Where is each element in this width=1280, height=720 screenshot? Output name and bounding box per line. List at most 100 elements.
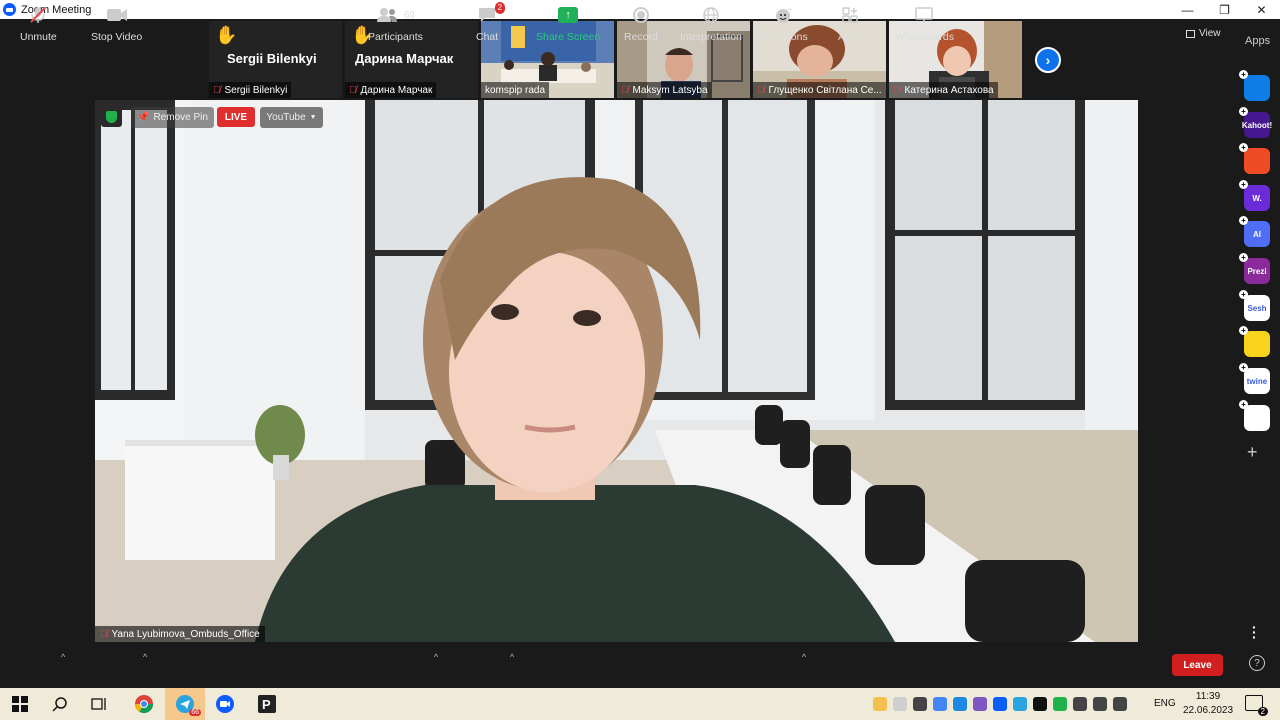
add-app-icon[interactable]: + [1247, 442, 1258, 463]
zoom-logo-icon [3, 3, 16, 16]
miro-icon[interactable]: + [1239, 143, 1270, 174]
telegram-icon[interactable]: 66 [173, 692, 201, 716]
participant-name: Maksym Latsyba [632, 84, 708, 96]
add-app-plus-icon: + [1239, 326, 1248, 335]
zoom-app-icon[interactable] [213, 692, 237, 716]
next-page-button[interactable]: › [1035, 47, 1061, 73]
close-button[interactable]: ✕ [1243, 0, 1280, 19]
whiteboards-label: Whiteboards [895, 31, 954, 43]
twine-icon[interactable]: + twine [1239, 363, 1270, 394]
record-button[interactable]: Record [624, 4, 658, 43]
slido-icon[interactable]: + [1239, 70, 1270, 101]
more-options-icon[interactable]: · · · [1252, 620, 1257, 644]
interpretation-button[interactable]: Interpretation [680, 4, 742, 43]
minimize-button[interactable]: — [1169, 0, 1206, 19]
wifi-icon[interactable] [913, 697, 927, 711]
telegram-tray-icon[interactable] [1013, 697, 1027, 711]
clock[interactable]: 11:39 22.06.2023 [1183, 690, 1233, 718]
clock-date: 22.06.2023 [1183, 705, 1234, 716]
audio-options-caret[interactable]: ^ [61, 652, 65, 662]
add-app-plus-icon: + [1239, 253, 1248, 262]
p-app-icon[interactable]: P [255, 692, 279, 716]
chrome-tray-icon[interactable] [933, 697, 947, 711]
app-label: Prezi [1247, 266, 1267, 276]
windows-start-icon[interactable] [8, 692, 32, 716]
participant-tile[interactable]: ✋ Sergii Bilenkyi 🎙̸ Sergii Bilenkyi [209, 21, 342, 98]
smiley-icon[interactable]: + [1239, 326, 1270, 357]
whiteboards-button[interactable]: Whiteboards [895, 4, 954, 43]
help-icon[interactable]: ? [1249, 655, 1265, 671]
live-badge[interactable]: LIVE [217, 107, 255, 127]
security-shield-icon[interactable] [101, 107, 122, 127]
app-label: AI [1253, 229, 1261, 239]
prezi-icon[interactable]: + Prezi [1239, 253, 1270, 284]
app-label: W. [1252, 193, 1262, 203]
app-label: Sesh [1247, 303, 1267, 313]
main-speaker-video[interactable] [95, 100, 1138, 642]
ai-companion-icon[interactable]: + AI [1239, 216, 1270, 247]
participants-options-caret[interactable]: ^ [434, 652, 438, 662]
zoom-tray-icon[interactable] [993, 697, 1007, 711]
video-options-caret[interactable]: ^ [143, 652, 147, 662]
add-app-plus-icon: + [1239, 290, 1248, 299]
record-icon [632, 7, 649, 23]
language-indicator[interactable]: ENG [1154, 698, 1176, 709]
unmute-button[interactable]: Unmute [20, 4, 57, 43]
remove-pin-label: Remove Pin [153, 112, 208, 123]
stream-target-dropdown[interactable]: YouTube ▼ [260, 107, 323, 128]
clock-time: 11:39 [1195, 691, 1221, 702]
speaker-icon[interactable] [1093, 697, 1107, 711]
discord-icon[interactable] [1033, 697, 1047, 711]
kahoot-icon[interactable]: + Kahoot! [1239, 107, 1272, 138]
raised-hand-icon: ✋ [215, 25, 238, 45]
app-label: twine [1246, 376, 1268, 386]
participant-name: komspip rada [485, 84, 546, 96]
browser-tray-icon[interactable] [953, 697, 967, 711]
mic-muted-icon: 🎙̸ [621, 84, 629, 96]
grid-app-icon[interactable]: + [1239, 400, 1270, 431]
view-icon [1186, 29, 1195, 38]
mic-muted-icon: 🎙̸ [757, 84, 765, 96]
participants-button[interactable]: 69 Participants [368, 4, 423, 43]
chat-options-caret[interactable]: ^ [510, 652, 514, 662]
network-icon[interactable] [1113, 697, 1127, 711]
notifications-icon[interactable]: 2 [1245, 695, 1268, 716]
share-screen-label: Share Screen [536, 31, 601, 43]
share-screen-button[interactable]: ↑ Share Screen [536, 4, 600, 43]
speaker-name-label: 🎙̸ Yana Lyubimova_Ombuds_Office [95, 626, 265, 643]
reactions-label: Reactions [761, 31, 808, 43]
chrome-icon[interactable] [132, 692, 156, 716]
reactions-options-caret[interactable]: ^ [802, 652, 806, 662]
shield-tray-icon[interactable] [873, 697, 887, 711]
add-app-plus-icon: + [1239, 180, 1248, 189]
view-label: View [1199, 28, 1221, 39]
chat-label: Chat [476, 31, 499, 43]
participants-count: 69 [403, 9, 415, 21]
viber-icon[interactable] [973, 697, 987, 711]
svg-text:+: + [788, 7, 792, 14]
maximize-button[interactable]: ❐ [1206, 0, 1243, 19]
p-tray-icon[interactable] [893, 697, 907, 711]
record-label: Record [624, 31, 658, 43]
apps-button[interactable]: Apps [838, 4, 862, 43]
add-app-plus-icon: + [1239, 107, 1248, 116]
chat-button[interactable]: 2 Chat [476, 2, 506, 43]
participant-avatar-name: Дарина Марчак [355, 51, 454, 66]
security-tray-icon[interactable] [1053, 697, 1067, 711]
stop-video-button[interactable]: Stop Video [91, 4, 142, 43]
wooclap-icon[interactable]: + W. [1239, 180, 1270, 211]
add-app-plus-icon: + [1239, 363, 1248, 372]
remove-pin-button[interactable]: 📌 Remove Pin [131, 107, 214, 128]
unmute-label: Unmute [20, 31, 57, 43]
view-button[interactable]: View [1186, 28, 1221, 39]
svg-text:P: P [262, 697, 271, 712]
task-view-icon[interactable] [87, 692, 111, 716]
leave-button[interactable]: Leave [1172, 654, 1223, 676]
mic-muted-icon: 🎙̸ [893, 84, 901, 96]
reactions-button[interactable]: + Reactions [761, 4, 808, 43]
mic-muted-icon: 🎙̸ [349, 84, 357, 96]
battery-icon[interactable] [1073, 697, 1087, 711]
search-icon[interactable] [48, 692, 72, 716]
interpretation-label: Interpretation [680, 31, 742, 43]
sesh-icon[interactable]: + Sesh [1239, 290, 1270, 321]
